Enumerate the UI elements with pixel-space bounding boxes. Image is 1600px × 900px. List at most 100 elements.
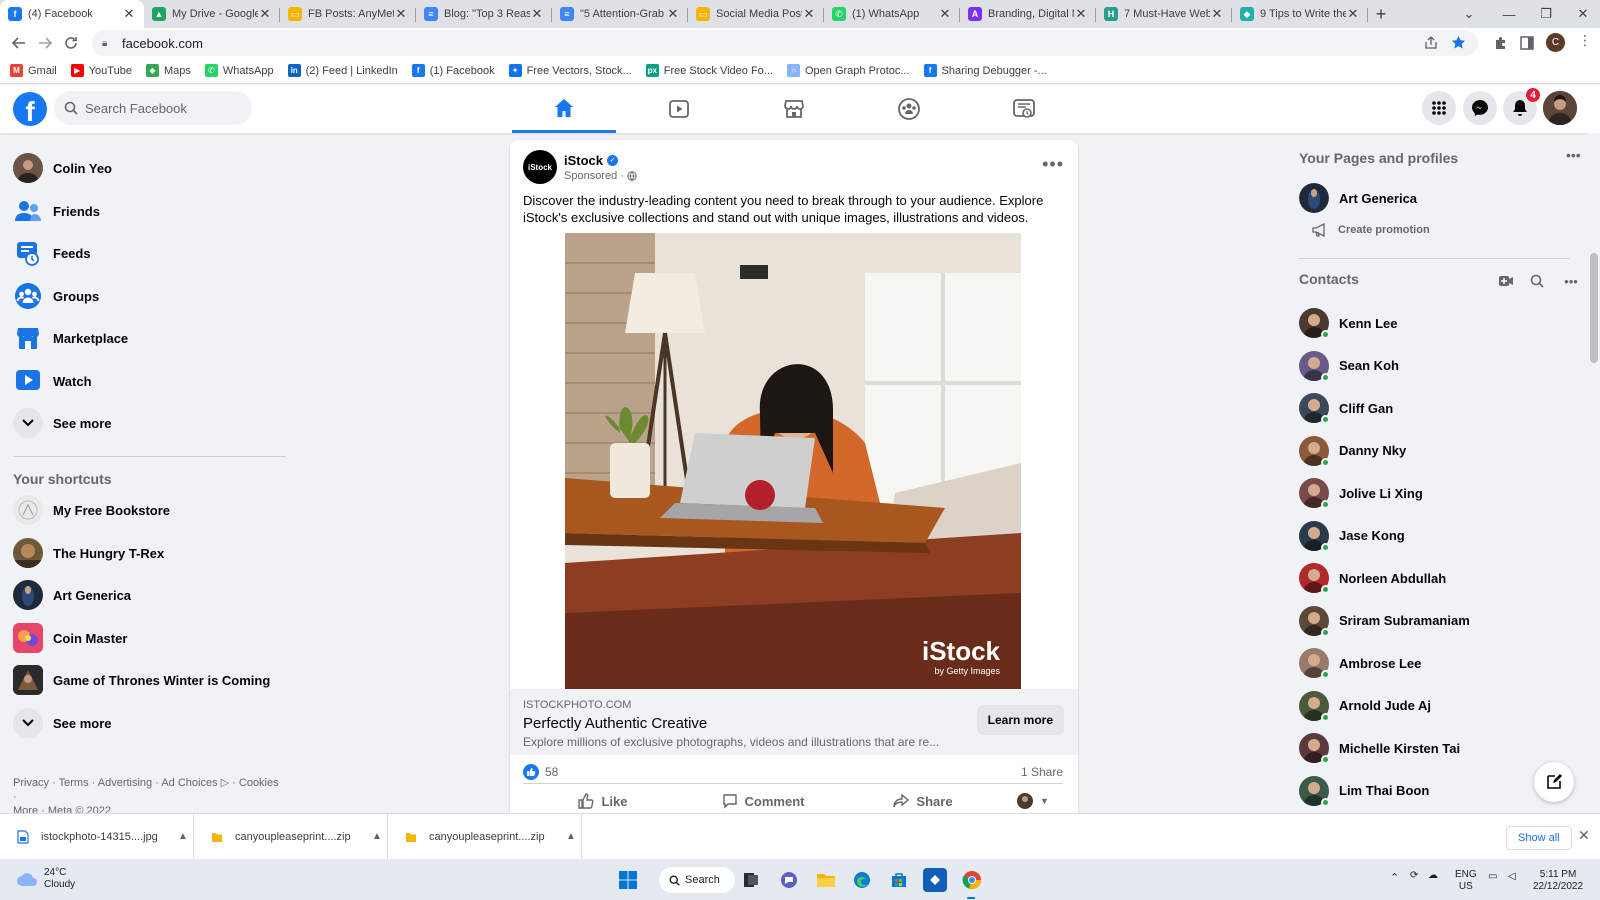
nav-tab-gaming[interactable] <box>972 85 1076 133</box>
sync-icon[interactable]: ⟳ <box>1410 870 1418 882</box>
network-icon[interactable]: ▭ <box>1488 871 1497 883</box>
contact-item[interactable]: Sean Koh <box>1299 346 1569 386</box>
contact-item[interactable]: Ambrose Lee <box>1299 643 1569 683</box>
language-indicator[interactable]: ENG US <box>1455 869 1477 893</box>
pages-options-icon[interactable]: ••• <box>1566 147 1581 163</box>
contact-item[interactable]: Michelle Kirsten Tai <box>1299 728 1569 768</box>
volume-icon[interactable]: ◁ <box>1508 871 1516 883</box>
tab-close-icon[interactable]: ✕ <box>1210 6 1224 22</box>
contact-item[interactable]: Jase Kong <box>1299 516 1569 556</box>
restore-button[interactable]: ❐ <box>1527 0 1565 28</box>
reaction-audience-selector[interactable]: ▼ <box>1003 786 1063 813</box>
tab-close-icon[interactable]: ✕ <box>258 6 272 22</box>
tab-close-icon[interactable]: ✕ <box>530 6 544 22</box>
shortcut-item[interactable]: My Free Bookstore <box>8 490 288 530</box>
link-preview-card[interactable]: ISTOCKPHOTO.COM Perfectly Authentic Crea… <box>510 689 1078 755</box>
nav-tab-marketplace[interactable] <box>742 85 846 133</box>
contact-item[interactable]: Lim Thai Boon <box>1299 771 1569 811</box>
contact-item[interactable]: Danny Nky <box>1299 431 1569 471</box>
tab-close-icon[interactable]: ✕ <box>122 6 136 22</box>
close-downloads-icon[interactable]: ✕ <box>1578 827 1590 844</box>
tab-close-icon[interactable]: ✕ <box>666 6 680 22</box>
contact-item[interactable]: Jolive Li Xing <box>1299 473 1569 513</box>
chevron-up-icon[interactable]: ▲ <box>367 831 387 842</box>
weather-widget[interactable]: 24°C Cloudy <box>16 867 75 891</box>
menu-grid-button[interactable] <box>1422 91 1456 125</box>
shortcut-item[interactable]: Coin Master <box>8 618 288 658</box>
download-item[interactable]: canyoupleaseprint....zip ▲ <box>388 813 582 860</box>
browser-tab[interactable]: H 7 Must-Have Webs ✕ <box>1096 0 1232 28</box>
task-view-icon[interactable] <box>739 868 763 892</box>
profile-avatar[interactable]: C <box>1546 33 1565 52</box>
tab-close-icon[interactable]: ✕ <box>1074 6 1088 22</box>
post-options-icon[interactable]: ••• <box>1042 154 1064 175</box>
shortcuts-see-more-button[interactable]: See more <box>8 703 288 743</box>
shortcut-item[interactable]: Game of Thrones Winter is Coming <box>8 660 288 700</box>
download-item[interactable]: istockphoto-14315....jpg ▲ <box>0 813 194 860</box>
bookmark-item[interactable]: ✦ Free Vectors, Stock... <box>508 64 632 77</box>
chevron-up-icon[interactable]: ▲ <box>561 831 581 842</box>
browser-tab[interactable]: ▲ My Drive - Google ✕ <box>144 0 280 28</box>
learn-more-button[interactable]: Learn more <box>976 705 1064 735</box>
contact-item[interactable]: Norleen Abdullah <box>1299 558 1569 598</box>
side-panel-icon[interactable] <box>1520 36 1534 50</box>
contact-item[interactable]: Arnold Jude Aj <box>1299 686 1569 726</box>
browser-tab[interactable]: ≡ "5 Attention-Grab ✕ <box>552 0 688 28</box>
bookmark-item[interactable]: f (1) Facebook <box>411 64 495 77</box>
share-button[interactable]: Share <box>843 786 1003 813</box>
bookmark-item[interactable]: ◆ Maps <box>145 64 191 77</box>
tab-search-icon[interactable]: ⌄ <box>1450 0 1488 28</box>
start-button[interactable] <box>616 868 640 892</box>
tab-close-icon[interactable]: ✕ <box>802 6 816 22</box>
file-explorer-icon[interactable] <box>814 868 838 892</box>
bookmark-item[interactable]: M Gmail <box>10 64 57 77</box>
like-button[interactable]: Like <box>523 786 683 813</box>
sidebar-item-friends[interactable]: Friends <box>8 191 288 231</box>
sidebar-item-groups[interactable]: Groups <box>8 276 288 316</box>
chrome-menu-icon[interactable]: ⋮ <box>1578 32 1592 49</box>
bookmark-item[interactable]: in (2) Feed | LinkedIn <box>287 64 398 77</box>
bookmark-star-icon[interactable] <box>1451 35 1466 50</box>
browser-tab[interactable]: ✆ (1) WhatsApp ✕ <box>824 0 960 28</box>
browser-tab[interactable]: A Branding, Digital M ✕ <box>960 0 1096 28</box>
new-tab-button[interactable]: + <box>1368 0 1394 28</box>
chevron-up-icon[interactable]: ▲ <box>173 831 193 842</box>
tab-close-icon[interactable]: ✕ <box>1346 6 1360 22</box>
like-count[interactable]: 58 <box>545 765 558 779</box>
bookmark-item[interactable]: ○ Open Graph Protoc... <box>786 64 910 77</box>
share-icon[interactable] <box>1424 36 1438 50</box>
taskbar-search[interactable]: Search <box>659 867 735 893</box>
browser-tab[interactable]: ≡ Blog: "Top 3 Reaso ✕ <box>416 0 552 28</box>
edge-browser-icon[interactable] <box>850 868 874 892</box>
microsoft-store-icon[interactable] <box>887 868 911 892</box>
back-button[interactable] <box>6 30 32 56</box>
tab-close-icon[interactable]: ✕ <box>938 6 952 22</box>
shortcut-item[interactable]: The Hungry T-Rex <box>8 533 288 573</box>
share-count[interactable]: 1 Share <box>1021 765 1063 779</box>
browser-tab[interactable]: ▭ FB Posts: AnyMeta ✕ <box>280 0 416 28</box>
forward-button[interactable] <box>32 30 58 56</box>
video-call-icon[interactable] <box>1494 269 1518 293</box>
notifications-button[interactable]: 4 <box>1503 87 1541 125</box>
contact-item[interactable]: Kenn Lee <box>1299 303 1569 343</box>
bookmark-item[interactable]: px Free Stock Video Fo... <box>645 64 773 77</box>
nav-tab-watch[interactable] <box>627 85 731 133</box>
show-all-downloads-button[interactable]: Show all <box>1506 826 1572 850</box>
tab-close-icon[interactable]: ✕ <box>394 6 408 22</box>
sidebar-item-marketplace[interactable]: Marketplace <box>8 318 288 358</box>
sidebar-see-more-button[interactable]: See more <box>8 403 288 443</box>
page-scrollbar[interactable] <box>1588 133 1600 813</box>
download-item[interactable]: canyoupleaseprint....zip ▲ <box>194 813 388 860</box>
browser-tab[interactable]: f (4) Facebook ✕ <box>0 0 144 28</box>
chrome-icon[interactable] <box>960 868 984 892</box>
contacts-search-icon[interactable] <box>1525 269 1549 293</box>
tray-overflow-icon[interactable]: ⌃ <box>1390 872 1399 884</box>
close-window-button[interactable]: ✕ <box>1564 0 1600 28</box>
messenger-button[interactable] <box>1463 91 1497 125</box>
app-icon[interactable] <box>923 868 947 892</box>
facebook-search-input[interactable]: Search Facebook <box>54 91 252 125</box>
bookmark-item[interactable]: ▶ YouTube <box>70 64 132 77</box>
onedrive-icon[interactable]: ☁ <box>1428 870 1438 882</box>
bookmark-item[interactable]: f Sharing Debugger -... <box>923 64 1047 77</box>
contact-item[interactable]: Cliff Gan <box>1299 388 1569 428</box>
